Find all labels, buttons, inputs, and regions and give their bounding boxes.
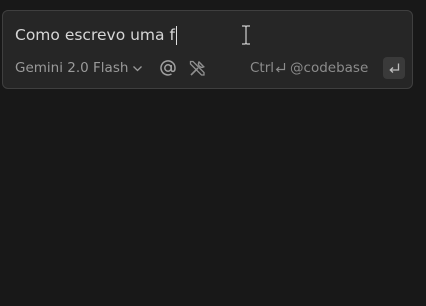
submit-button[interactable] [383,57,405,79]
shortcut-modifier: Ctrl [250,60,275,76]
editor-panel: Como escrevo uma f Gemini 2.0 Flash Ctrl… [0,0,426,306]
chevron-down-icon [133,66,143,72]
codebase-shortcut-hint: Ctrl @codebase [250,57,368,79]
tools-icon [189,60,205,76]
model-selector-label: Gemini 2.0 Flash [15,60,129,76]
enter-key-icon [388,63,399,73]
chat-input-box[interactable]: Como escrevo uma f Gemini 2.0 Flash Ctrl… [2,10,413,89]
model-selector[interactable]: Gemini 2.0 Flash [15,57,143,79]
chat-input-text: Como escrevo uma f [15,26,175,44]
enter-key-icon [275,63,286,73]
tools-button[interactable] [187,58,207,78]
text-caret [175,25,177,45]
shortcut-target: @codebase [290,60,369,76]
chat-toolbar: Gemini 2.0 Flash Ctrl @codebase [15,57,407,79]
chat-input[interactable]: Como escrevo uma f [15,23,405,47]
at-sign-icon [160,60,176,76]
text-cursor-icon [242,25,250,45]
mention-button[interactable] [158,58,178,78]
